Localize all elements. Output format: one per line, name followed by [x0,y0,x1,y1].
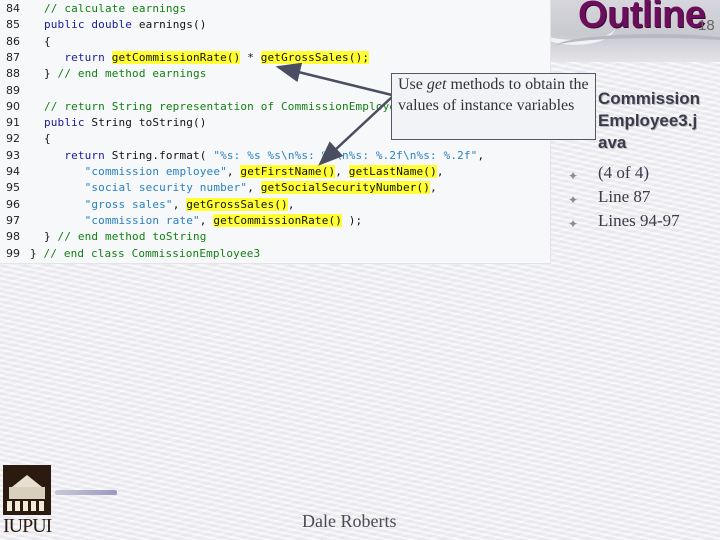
line-number: 99 [6,246,20,260]
highlighted-method-call: getFirstName() [240,165,336,178]
code-token: earnings() [138,18,207,32]
line-number: 87 [6,50,20,64]
code-token: , [172,197,187,211]
callout-prefix: Use [398,76,427,93]
bullet-icon: ✦ [568,193,579,207]
logo-text: IUPUI [3,515,52,537]
code-token: return [44,50,112,64]
code-token: // end class CommissionEmployee3 [43,246,261,260]
logo-building-icon [3,465,51,515]
code-token: "social security number" [84,181,248,195]
line-number: 90 [6,99,20,113]
file-title: Commission Employee3.j ava [598,89,701,152]
iupui-logo: IUPUI [3,465,52,538]
code-token: String toString() [91,116,207,130]
code-text: "commission rate", getCommissionRate() )… [44,213,362,229]
highlighted-method-call: getGrossSales() [186,197,288,211]
callout-box: Use get methods to obtain the values of … [391,73,596,140]
code-text: public String toString() [44,115,207,131]
highlighted-method-call: getCommissionRate() [213,213,343,227]
code-token: // end method earnings [57,67,207,81]
line-number: 95 [6,181,20,195]
line-number: 93 [6,148,20,162]
highlighted-method-call: getCommissionRate() [111,50,241,64]
code-token: , [335,165,349,178]
line-number: 85 [6,18,20,32]
code-token: { [44,132,51,146]
line-number: 92 [6,132,20,146]
code-text: { [44,34,51,50]
code-text: // calculate earnings [44,1,186,17]
highlighted-method-call: getLastName() [348,165,437,178]
code-token: } [44,230,58,244]
line-number: 96 [6,197,20,211]
code-text: { [44,131,51,147]
highlighted-method-call: getSocialSecurityNumber() [260,181,431,195]
line-number: 84 [6,2,20,15]
line-number: 98 [6,230,20,244]
code-token: , [477,148,485,162]
code-token: , [430,181,437,195]
code-token: "commission rate" [84,213,200,227]
callout-emphasis: get [426,76,447,93]
code-token: "gross sales" [84,197,173,211]
bullet-text: Lines 94-97 [598,211,680,230]
code-token: public [44,116,92,130]
outline-title: Outline [578,0,706,36]
code-token: * [240,50,261,64]
code-token: ); [342,213,363,227]
code-token: // calculate earnings [44,2,187,15]
code-token: return [44,148,112,162]
footer-author: Dale Roberts [302,511,397,531]
code-text: } // end method toString [44,229,207,245]
code-token: "commission employee" [84,165,227,178]
code-text: } // end class CommissionEmployee3 [30,246,260,262]
code-token: } [30,246,44,260]
code-token: String.format( [111,148,214,162]
page-number: 18 [698,17,715,34]
line-number: 94 [6,165,20,178]
code-token: // end method toString [57,230,207,244]
code-text: return getCommissionRate() * getGrossSal… [44,50,370,66]
bullet-icon: ✦ [568,217,579,231]
code-token: { [44,34,51,48]
code-text: "commission employee", getFirstName(), g… [44,164,444,180]
banner-swoosh [555,34,720,60]
decorative-bar [55,490,117,495]
bullet-text: Line 87 [598,187,651,206]
code-token: , [436,165,444,178]
line-number: 86 [6,34,20,48]
bullet-text: (4 of 4) [598,163,649,182]
highlighted-method-call: getGrossSales(); [260,50,370,64]
line-number: 89 [6,83,20,97]
code-text: public double earnings() [44,17,207,33]
bullet-icon: ✦ [568,169,579,183]
code-token: "%s: %s %s\n%s: %s\n%s: %.2f\n%s: %.2f" [213,148,478,162]
line-number: 91 [6,116,20,130]
code-token: , [287,197,295,211]
code-text: } // end method earnings [44,66,207,82]
line-number: 88 [6,67,20,81]
code-token: , [226,165,241,178]
code-text: return String.format( "%s: %s %s\n%s: %s… [44,148,484,164]
code-text: "social security number", getSocialSecur… [44,180,437,196]
code-token: , [247,181,261,195]
code-token: , [199,213,214,227]
line-number: 97 [6,213,20,227]
code-text: "gross sales", getGrossSales(), [44,197,295,213]
code-token: } [44,67,58,81]
code-token: public double [44,18,139,32]
